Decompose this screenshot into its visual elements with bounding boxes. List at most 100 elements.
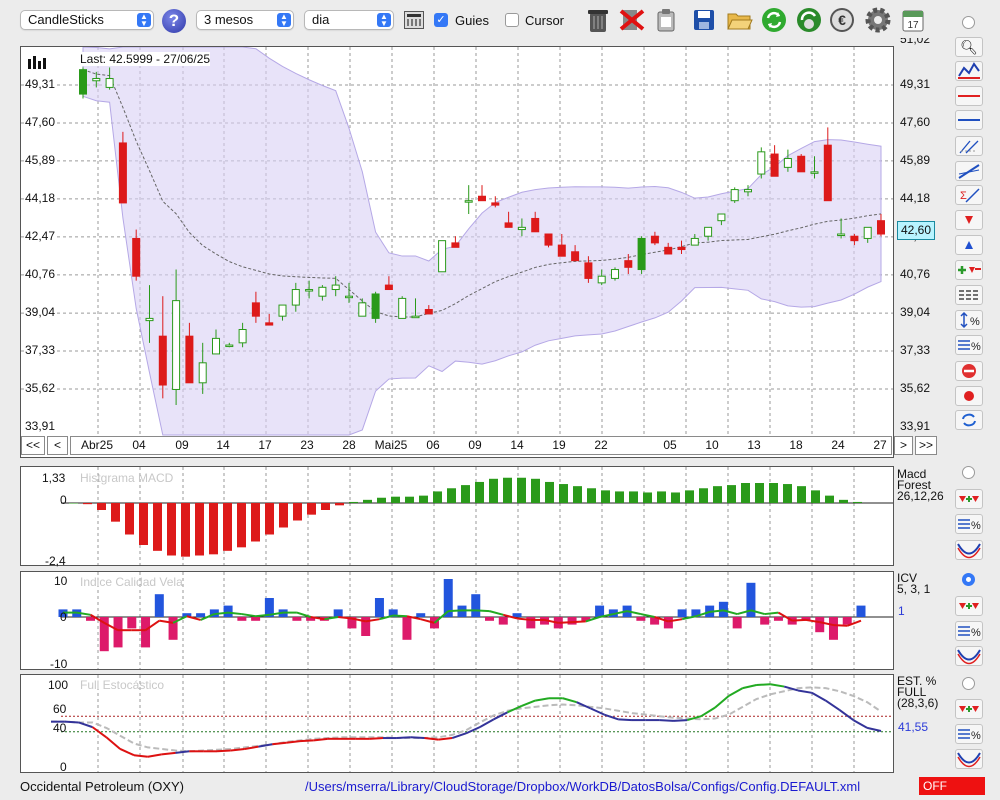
stoch-main-segment	[534, 697, 550, 702]
price-panel[interactable]: Last: 42.5999 - 27/06/25	[20, 46, 894, 458]
candle-style-button[interactable]	[955, 61, 983, 81]
candle-body	[664, 246, 673, 255]
calculator-icon[interactable]	[404, 11, 424, 29]
stoch-main-segment	[866, 726, 882, 732]
interval-select[interactable]: dia ▲ ▼	[304, 10, 394, 30]
horizontal-line-blue-button[interactable]	[955, 110, 983, 130]
icv-percent-button[interactable]: %	[955, 621, 983, 641]
status-off-badge[interactable]: OFF	[919, 777, 985, 795]
icv-signal-segment	[764, 611, 779, 616]
chart-type-select[interactable]: CandleSticks ▲ ▼	[20, 10, 154, 30]
help-icon[interactable]: ?	[162, 9, 186, 33]
icv-bar	[471, 594, 481, 617]
macd-bar	[377, 497, 386, 503]
cursor-checkbox[interactable]	[505, 13, 519, 27]
main-panel-radio[interactable]	[962, 16, 975, 29]
stoch-panel-radio[interactable]	[962, 677, 975, 690]
macd-panel-radio[interactable]	[962, 466, 975, 479]
arrow-down-button[interactable]	[955, 210, 983, 230]
lines-percent-icon: %	[958, 729, 981, 742]
icv-bar	[374, 598, 384, 617]
scale-percent-button[interactable]: %	[955, 310, 983, 330]
macd-bar	[741, 483, 750, 503]
record-button[interactable]	[955, 386, 983, 406]
candlestick-chart[interactable]	[21, 47, 893, 457]
calendar-day: 17	[907, 20, 919, 31]
icv-bar	[251, 617, 261, 621]
icv-bar	[127, 617, 137, 629]
macd-arrows-button[interactable]	[955, 489, 983, 509]
bar-chart-icon	[28, 56, 46, 69]
candle-body	[411, 315, 420, 319]
macd-title: Histgrama MACD	[80, 471, 174, 485]
zoom-button[interactable]: 🔍︎	[955, 37, 983, 57]
icv-signal-segment	[489, 610, 504, 616]
icv-bar	[498, 617, 508, 625]
candle-body	[837, 233, 846, 237]
macd-bar	[139, 503, 148, 545]
svg-text:%: %	[971, 627, 981, 639]
icv-y-tick: 0	[60, 610, 67, 624]
sigma-icon: Σ	[960, 188, 980, 203]
macd-percent-button[interactable]: %	[955, 514, 983, 534]
stoch-percent-button[interactable]: %	[955, 724, 983, 744]
candle-body	[597, 275, 606, 284]
config-path-link[interactable]: /Users/mserra/Library/CloudStorage/Dropb…	[305, 779, 860, 794]
icv-panel-radio[interactable]	[962, 573, 975, 586]
update-icon[interactable]	[795, 6, 823, 34]
delete-icon[interactable]	[618, 6, 646, 34]
icv-y-tick: 10	[54, 574, 68, 588]
gear-icon[interactable]	[864, 6, 892, 34]
icv-signal-segment	[792, 618, 807, 622]
stoch-curve-button[interactable]	[955, 749, 983, 769]
stochastic-panel[interactable]: Full Estocástico	[20, 674, 894, 773]
macd-curve-button[interactable]	[955, 540, 983, 560]
price-tick-label-left: 44,18	[25, 190, 56, 205]
stoch-main-segment	[673, 719, 688, 722]
stoch-main-segment	[659, 719, 674, 722]
icv-bar	[333, 609, 343, 617]
time-axis-label: 18	[789, 438, 803, 452]
icv-bar	[842, 617, 852, 625]
refresh-icon[interactable]	[760, 6, 788, 34]
open-folder-icon[interactable]	[725, 6, 753, 34]
icv-curve-button[interactable]	[955, 646, 983, 666]
stoch-main-segment	[410, 736, 425, 740]
period-select[interactable]: 3 mesos ▲ ▼	[196, 10, 294, 30]
stoch-main-segment	[770, 683, 785, 688]
nav-last-button[interactable]: >>	[915, 436, 937, 455]
channel-button[interactable]	[955, 136, 983, 156]
guides-checkbox[interactable]: ✓	[434, 13, 448, 27]
nav-prev-button[interactable]: <	[47, 436, 68, 455]
percent-lines-button[interactable]: %	[955, 335, 983, 355]
sigma-button[interactable]: Σ	[955, 185, 983, 205]
price-tick-label-left: 47,60	[25, 114, 56, 129]
paste-icon[interactable]	[652, 6, 680, 34]
macd-bar	[209, 503, 218, 555]
nav-next-button[interactable]: >	[894, 436, 913, 455]
macd-bar	[69, 503, 78, 504]
stoch-arrows-button[interactable]	[955, 699, 983, 719]
stop-button[interactable]	[955, 361, 983, 381]
candle-body	[783, 157, 792, 168]
sync-button[interactable]	[955, 410, 983, 430]
macd-panel[interactable]: Histgrama MACD	[20, 466, 894, 566]
trendline-button[interactable]	[955, 161, 983, 181]
candle-body	[637, 237, 646, 271]
add-indicator-button[interactable]	[955, 260, 983, 280]
price-tick-label-right: 45,89	[900, 152, 931, 167]
icv-arrows-button[interactable]	[955, 596, 983, 616]
arrow-up-button[interactable]	[955, 235, 983, 255]
candle-body	[464, 200, 473, 203]
macd-bar	[517, 477, 526, 503]
nav-first-button[interactable]: <<	[21, 436, 45, 455]
euro-icon[interactable]: €	[828, 6, 856, 34]
save-icon[interactable]	[690, 6, 718, 34]
time-axis-label: 09	[175, 438, 189, 452]
trash-icon[interactable]	[584, 6, 612, 34]
table-button[interactable]	[955, 285, 983, 305]
stoch-main-segment	[133, 754, 148, 758]
horizontal-line-red-button[interactable]	[955, 86, 983, 106]
icv-panel[interactable]: Indice Calidad Vela	[20, 571, 894, 670]
calendar-icon[interactable]: 17	[899, 6, 927, 34]
